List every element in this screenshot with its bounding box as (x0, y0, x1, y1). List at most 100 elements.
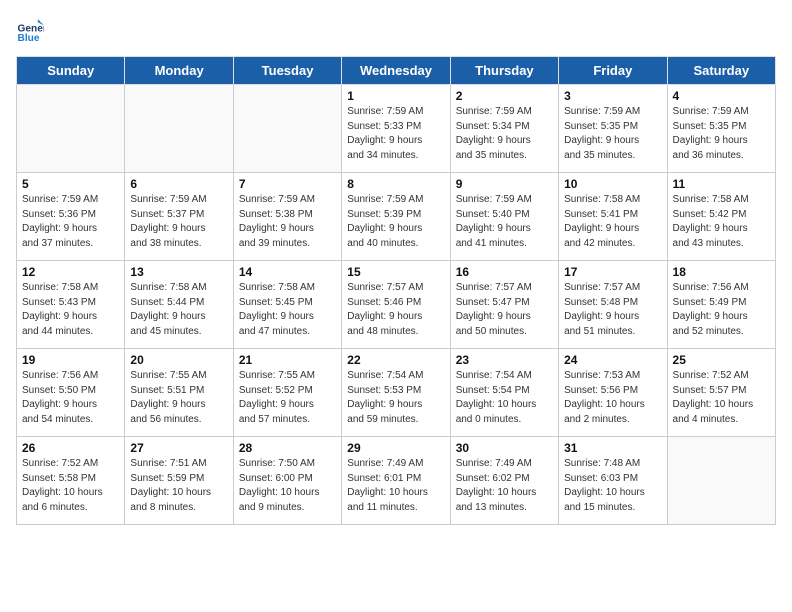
calendar-cell: 16 Sunrise: 7:57 AM Sunset: 5:47 PM Dayli… (450, 261, 558, 349)
calendar-cell: 5Sunrise: 7:59 AM Sunset: 5:36 PM Daylig… (17, 173, 125, 261)
day-number: 7 (239, 177, 336, 191)
calendar-cell (233, 85, 341, 173)
calendar-table: SundayMondayTuesdayWednesdayThursdayFrid… (16, 56, 776, 525)
day-number: 25 (673, 353, 770, 367)
day-info: Sunrise: 7:56 AM Sunset: 5:49 PM Dayligh… (673, 281, 770, 339)
day-number: 19 (22, 353, 119, 367)
calendar-cell: 11Sunrise: 7:58 AM Sunset: 5:42 PM Dayli… (667, 173, 775, 261)
day-info: Sunrise: 7:58 AM Sunset: 5:43 PM Dayligh… (22, 281, 119, 339)
calendar-cell: 19Sunrise: 7:56 AM Sunset: 5:50 PM Dayli… (17, 349, 125, 437)
page-header: General Blue (16, 16, 776, 44)
day-number: 27 (130, 441, 227, 455)
calendar-week-row: 19Sunrise: 7:56 AM Sunset: 5:50 PM Dayli… (17, 349, 776, 437)
day-info: Sunrise: 7:53 AM Sunset: 5:56 PM Dayligh… (564, 369, 661, 427)
day-number: 22 (347, 353, 444, 367)
calendar-cell: 26Sunrise: 7:52 AM Sunset: 5:58 PM Dayli… (17, 437, 125, 525)
calendar-cell: 2 Sunrise: 7:59 AM Sunset: 5:34 PM Daylig… (450, 85, 558, 173)
day-number: 12 (22, 265, 119, 279)
weekday-header: Sunday (17, 57, 125, 85)
day-info: Sunrise: 7:58 AM Sunset: 5:41 PM Dayligh… (564, 193, 661, 251)
calendar-week-row: 12 Sunrise: 7:58 AM Sunset: 5:43 PM Dayli… (17, 261, 776, 349)
day-info: Sunrise: 7:57 AM Sunset: 5:48 PM Dayligh… (564, 281, 661, 339)
day-number: 10 (564, 177, 661, 191)
day-number: 14 (239, 265, 336, 279)
calendar-cell: 27 Sunrise: 7:51 AM Sunset: 5:59 PM Dayli… (125, 437, 233, 525)
calendar-cell: 23 Sunrise: 7:54 AM Sunset: 5:54 PM Dayli… (450, 349, 558, 437)
day-info: Sunrise: 7:51 AM Sunset: 5:59 PM Dayligh… (130, 457, 227, 515)
day-info: Sunrise: 7:59 AM Sunset: 5:35 PM Dayligh… (673, 105, 770, 163)
day-number: 5 (22, 177, 119, 191)
day-number: 20 (130, 353, 227, 367)
calendar-cell: 4 Sunrise: 7:59 AM Sunset: 5:35 PM Daylig… (667, 85, 775, 173)
calendar-cell (17, 85, 125, 173)
calendar-cell: 14 Sunrise: 7:58 AM Sunset: 5:45 PM Dayli… (233, 261, 341, 349)
calendar-cell: 13 Sunrise: 7:58 AM Sunset: 5:44 PM Dayli… (125, 261, 233, 349)
calendar-cell: 10 Sunrise: 7:58 AM Sunset: 5:41 PM Dayli… (559, 173, 667, 261)
calendar-cell: 25Sunrise: 7:52 AM Sunset: 5:57 PM Dayli… (667, 349, 775, 437)
weekday-header: Friday (559, 57, 667, 85)
day-info: Sunrise: 7:59 AM Sunset: 5:33 PM Dayligh… (347, 105, 444, 163)
calendar-cell (125, 85, 233, 173)
day-number: 2 (456, 89, 553, 103)
logo: General Blue (16, 16, 48, 44)
calendar-week-row: 5Sunrise: 7:59 AM Sunset: 5:36 PM Daylig… (17, 173, 776, 261)
svg-text:Blue: Blue (18, 33, 40, 44)
calendar-cell: 1Sunrise: 7:59 AM Sunset: 5:33 PM Daylig… (342, 85, 450, 173)
calendar-cell: 24 Sunrise: 7:53 AM Sunset: 5:56 PM Dayli… (559, 349, 667, 437)
day-number: 17 (564, 265, 661, 279)
day-number: 29 (347, 441, 444, 455)
day-info: Sunrise: 7:49 AM Sunset: 6:01 PM Dayligh… (347, 457, 444, 515)
day-info: Sunrise: 7:48 AM Sunset: 6:03 PM Dayligh… (564, 457, 661, 515)
day-number: 28 (239, 441, 336, 455)
weekday-header: Monday (125, 57, 233, 85)
calendar-cell: 31 Sunrise: 7:48 AM Sunset: 6:03 PM Dayli… (559, 437, 667, 525)
day-info: Sunrise: 7:54 AM Sunset: 5:54 PM Dayligh… (456, 369, 553, 427)
day-info: Sunrise: 7:59 AM Sunset: 5:37 PM Dayligh… (130, 193, 227, 251)
day-info: Sunrise: 7:57 AM Sunset: 5:46 PM Dayligh… (347, 281, 444, 339)
day-info: Sunrise: 7:58 AM Sunset: 5:44 PM Dayligh… (130, 281, 227, 339)
calendar-cell (667, 437, 775, 525)
day-info: Sunrise: 7:54 AM Sunset: 5:53 PM Dayligh… (347, 369, 444, 427)
day-number: 18 (673, 265, 770, 279)
day-number: 21 (239, 353, 336, 367)
calendar-cell: 15 Sunrise: 7:57 AM Sunset: 5:46 PM Dayli… (342, 261, 450, 349)
calendar-cell: 12 Sunrise: 7:58 AM Sunset: 5:43 PM Dayli… (17, 261, 125, 349)
day-number: 30 (456, 441, 553, 455)
day-number: 8 (347, 177, 444, 191)
calendar-cell: 9Sunrise: 7:59 AM Sunset: 5:40 PM Daylig… (450, 173, 558, 261)
day-info: Sunrise: 7:52 AM Sunset: 5:58 PM Dayligh… (22, 457, 119, 515)
day-number: 6 (130, 177, 227, 191)
calendar-cell: 29 Sunrise: 7:49 AM Sunset: 6:01 PM Dayli… (342, 437, 450, 525)
day-number: 4 (673, 89, 770, 103)
day-info: Sunrise: 7:58 AM Sunset: 5:42 PM Dayligh… (673, 193, 770, 251)
day-number: 24 (564, 353, 661, 367)
day-number: 31 (564, 441, 661, 455)
calendar-week-row: 26Sunrise: 7:52 AM Sunset: 5:58 PM Dayli… (17, 437, 776, 525)
day-info: Sunrise: 7:55 AM Sunset: 5:52 PM Dayligh… (239, 369, 336, 427)
day-info: Sunrise: 7:50 AM Sunset: 6:00 PM Dayligh… (239, 457, 336, 515)
day-number: 15 (347, 265, 444, 279)
day-info: Sunrise: 7:58 AM Sunset: 5:45 PM Dayligh… (239, 281, 336, 339)
calendar-header: SundayMondayTuesdayWednesdayThursdayFrid… (17, 57, 776, 85)
day-info: Sunrise: 7:59 AM Sunset: 5:35 PM Dayligh… (564, 105, 661, 163)
day-number: 13 (130, 265, 227, 279)
weekday-header: Wednesday (342, 57, 450, 85)
day-number: 3 (564, 89, 661, 103)
calendar-cell: 3 Sunrise: 7:59 AM Sunset: 5:35 PM Daylig… (559, 85, 667, 173)
day-number: 16 (456, 265, 553, 279)
day-info: Sunrise: 7:59 AM Sunset: 5:34 PM Dayligh… (456, 105, 553, 163)
calendar-cell: 28 Sunrise: 7:50 AM Sunset: 6:00 PM Dayli… (233, 437, 341, 525)
weekday-header: Thursday (450, 57, 558, 85)
calendar-cell: 18 Sunrise: 7:56 AM Sunset: 5:49 PM Dayli… (667, 261, 775, 349)
day-info: Sunrise: 7:49 AM Sunset: 6:02 PM Dayligh… (456, 457, 553, 515)
day-number: 23 (456, 353, 553, 367)
calendar-week-row: 1Sunrise: 7:59 AM Sunset: 5:33 PM Daylig… (17, 85, 776, 173)
logo-icon: General Blue (16, 16, 44, 44)
day-info: Sunrise: 7:59 AM Sunset: 5:38 PM Dayligh… (239, 193, 336, 251)
calendar-cell: 8Sunrise: 7:59 AM Sunset: 5:39 PM Daylig… (342, 173, 450, 261)
day-number: 9 (456, 177, 553, 191)
calendar-cell: 7 Sunrise: 7:59 AM Sunset: 5:38 PM Daylig… (233, 173, 341, 261)
calendar-cell: 30 Sunrise: 7:49 AM Sunset: 6:02 PM Dayli… (450, 437, 558, 525)
calendar-cell: 6 Sunrise: 7:59 AM Sunset: 5:37 PM Daylig… (125, 173, 233, 261)
day-info: Sunrise: 7:57 AM Sunset: 5:47 PM Dayligh… (456, 281, 553, 339)
